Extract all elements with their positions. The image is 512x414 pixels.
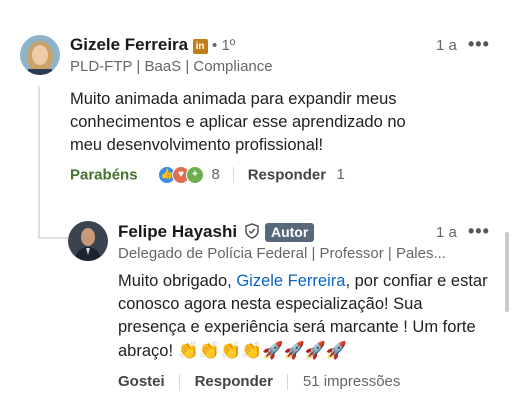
reaction-count[interactable]: 8: [211, 166, 219, 183]
reply-count[interactable]: 1: [337, 166, 345, 183]
connection-degree: • 1º: [212, 37, 236, 54]
thread-line: [38, 86, 40, 238]
comment-author-headline: PLD-FTP | BaaS | Compliance: [70, 58, 273, 75]
reply-button-2[interactable]: Responder: [195, 373, 273, 390]
action-divider: [287, 373, 289, 390]
reply-text-prefix: Muito obrigado,: [118, 272, 237, 290]
reply-time: 1 a: [436, 224, 457, 241]
emoji-sequence: 👏👏👏👏🚀🚀🚀🚀: [177, 341, 347, 360]
reply-more-options-icon[interactable]: •••: [468, 221, 490, 242]
action-divider: [233, 167, 235, 184]
mention-link[interactable]: Gizele Ferreira: [236, 272, 345, 290]
reply-author-headline: Delegado de Polícia Federal | Professor …: [118, 245, 446, 262]
celebrate-reaction-button[interactable]: Parabéns: [70, 166, 138, 183]
action-divider: [179, 373, 181, 390]
like-button[interactable]: Gostei: [118, 373, 165, 390]
avatar[interactable]: [20, 35, 60, 75]
more-options-icon[interactable]: •••: [468, 34, 490, 55]
comment-text: Muito animada animada para expandir meus…: [70, 90, 406, 154]
thread-line-curve: [38, 237, 68, 239]
linkedin-icon: in: [192, 39, 208, 54]
reply-button[interactable]: Responder: [248, 166, 326, 183]
reply-text: Muito obrigado, Gizele Ferreira, por con…: [118, 270, 490, 363]
comment-author-name[interactable]: Gizele Ferreira: [70, 35, 188, 54]
reaction-icons[interactable]: 👍 ♥ ✦: [158, 166, 204, 184]
comment-time: 1 a: [436, 37, 457, 54]
celebrate-icon: ✦: [186, 166, 204, 184]
verified-shield-icon: [244, 223, 259, 244]
reply-author-name[interactable]: Felipe Hayashi: [118, 222, 237, 241]
scrollbar[interactable]: [505, 232, 509, 312]
reply-avatar[interactable]: [68, 221, 108, 261]
impressions-count[interactable]: 51 impressões: [303, 373, 401, 390]
author-badge: Autor: [264, 223, 315, 242]
